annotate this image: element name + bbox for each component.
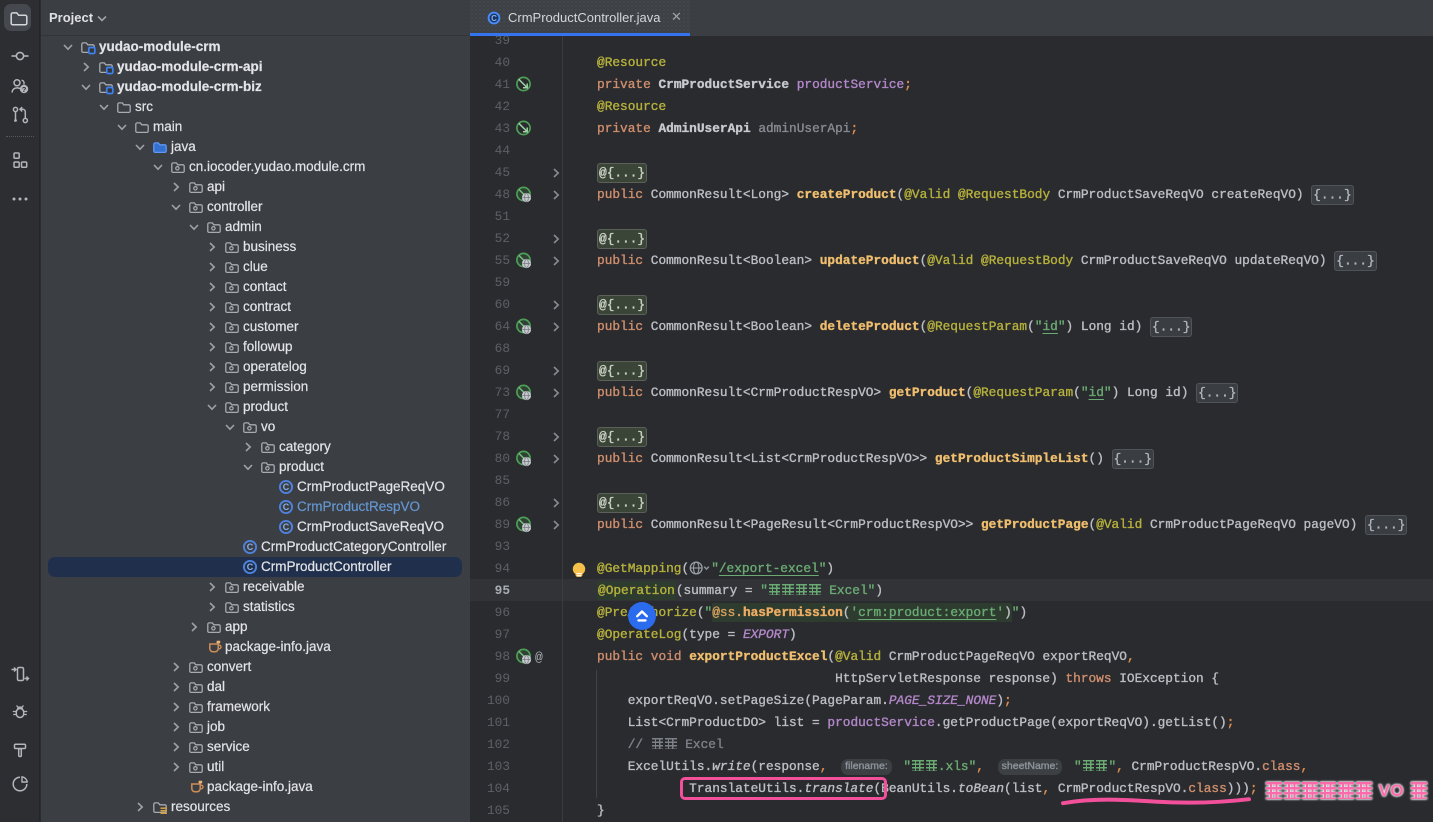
svg-text:C: C: [283, 482, 290, 492]
svg-text:C: C: [247, 562, 254, 572]
svg-text:C: C: [283, 502, 290, 512]
svg-text:C: C: [491, 14, 497, 23]
svg-text:C: C: [247, 542, 254, 552]
svg-text:C: C: [283, 522, 290, 532]
svg-text:?: ?: [22, 85, 27, 94]
svg-text:@: @: [535, 650, 543, 665]
